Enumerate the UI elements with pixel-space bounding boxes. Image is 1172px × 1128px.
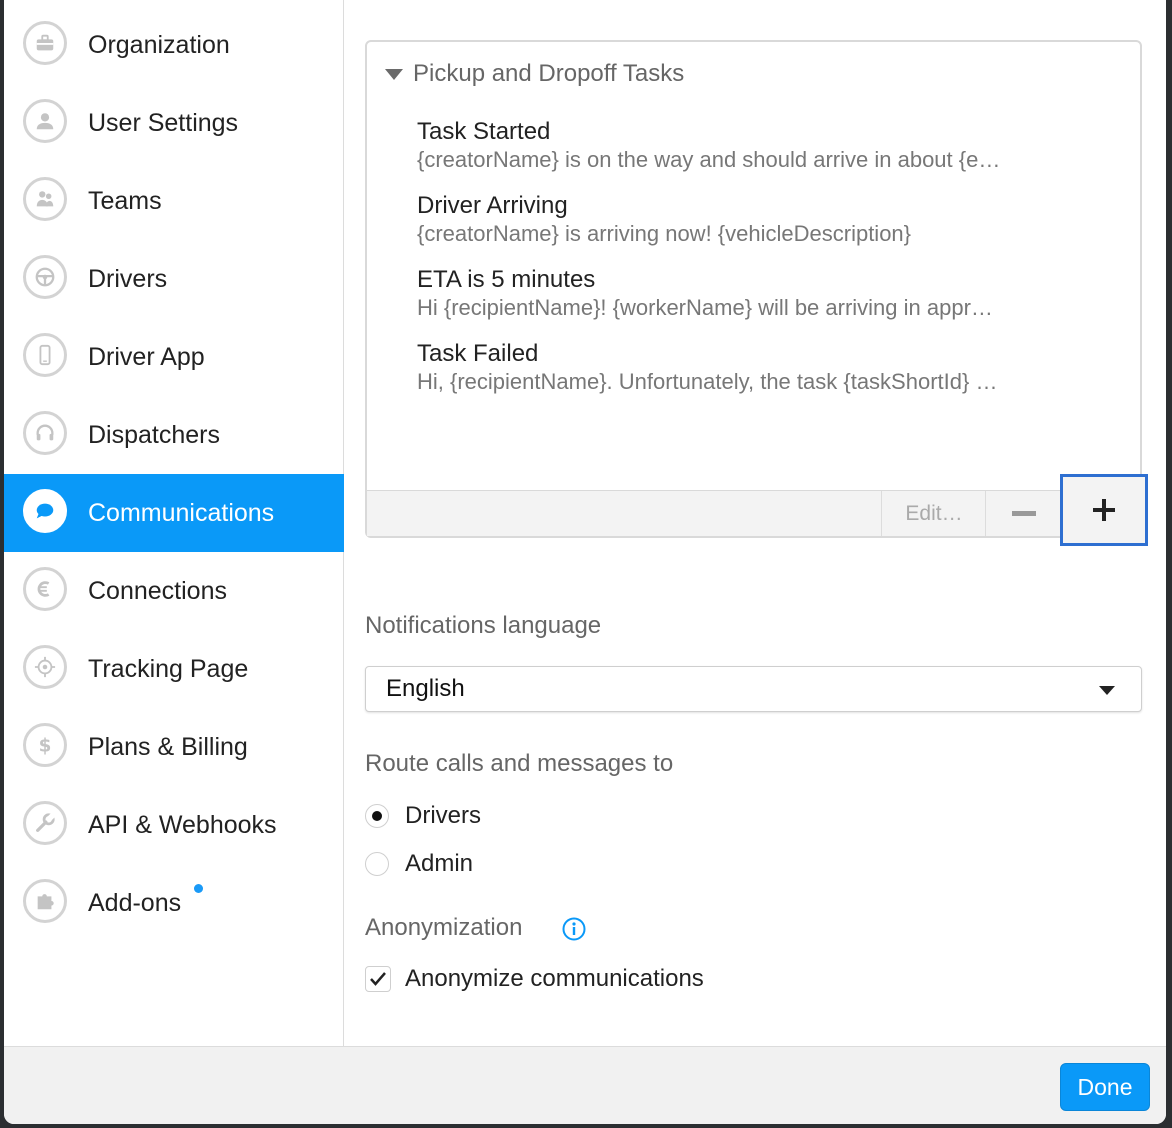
sidebar-item-drivers[interactable]: Drivers: [4, 240, 344, 318]
task-title: Task Failed: [417, 340, 539, 367]
sidebar-item-label: Plans & Billing: [88, 733, 248, 761]
tasks-list-panel: Pickup and Dropoff Tasks Task Started {c…: [365, 40, 1142, 538]
done-button[interactable]: Done: [1060, 1063, 1150, 1111]
sidebar-item-dispatchers[interactable]: Dispatchers: [4, 396, 344, 474]
list-item[interactable]: Task Failed Hi, {recipientName}. Unfortu…: [417, 340, 1097, 396]
sidebar-item-teams[interactable]: Teams: [4, 162, 344, 240]
chat-bubble-icon: [23, 489, 67, 533]
notifications-language-select[interactable]: English: [365, 666, 1142, 712]
sidebar-item-connections[interactable]: Connections: [4, 552, 344, 630]
task-title: Task Started: [417, 118, 551, 145]
disclosure-triangle-icon[interactable]: [385, 68, 403, 80]
settings-modal: Organization User Settings Teams Drivers: [4, 0, 1166, 1124]
modal-footer: Done: [4, 1046, 1166, 1124]
anonymize-checkbox[interactable]: [365, 966, 391, 992]
notifications-language-label: Notifications language: [365, 612, 602, 639]
sidebar-item-label: Driver App: [88, 343, 205, 371]
sidebar-item-label: Organization: [88, 31, 230, 59]
plus-icon: [1093, 499, 1115, 521]
new-badge-dot: [194, 884, 203, 893]
minus-icon: [1012, 511, 1036, 516]
connections-icon: [23, 567, 67, 611]
svg-text:$: $: [39, 735, 52, 756]
team-icon: [23, 177, 67, 221]
sidebar-item-plans-billing[interactable]: $ Plans & Billing: [4, 708, 344, 786]
list-item[interactable]: Driver Arriving {creatorName} is arrivin…: [417, 192, 1097, 248]
sidebar-item-user-settings[interactable]: User Settings: [4, 84, 344, 162]
briefcase-icon: [23, 21, 67, 65]
checkbox-label: Anonymize communications: [405, 965, 704, 992]
user-icon: [23, 99, 67, 143]
task-description: Hi {recipientName}! {workerName} will be…: [417, 295, 993, 320]
task-description: Hi, {recipientName}. Unfortunately, the …: [417, 369, 998, 394]
sidebar-item-label: API & Webhooks: [88, 811, 277, 839]
route-option-admin[interactable]: Admin: [365, 850, 473, 878]
sidebar-item-label: Connections: [88, 577, 227, 605]
sidebar-item-api-webhooks[interactable]: API & Webhooks: [4, 786, 344, 864]
tasks-group-header[interactable]: Pickup and Dropoff Tasks: [385, 60, 684, 88]
task-description: {creatorName} is arriving now! {vehicleD…: [417, 221, 912, 246]
anonymization-label: Anonymization: [365, 914, 523, 941]
add-button[interactable]: [1060, 474, 1148, 546]
task-title: Driver Arriving: [417, 192, 568, 219]
wrench-icon: [23, 801, 67, 845]
sidebar-item-label: Dispatchers: [88, 421, 220, 449]
radio-selected-dot: [372, 811, 382, 821]
radio-label: Admin: [405, 850, 474, 877]
headset-icon: [23, 411, 67, 455]
radio-label: Drivers: [405, 802, 481, 829]
chevron-down-icon: [1099, 686, 1115, 695]
crosshair-icon: [23, 645, 67, 689]
sidebar-item-label: Communications: [88, 499, 275, 527]
sidebar-item-label: Teams: [88, 187, 162, 215]
remove-button[interactable]: [985, 491, 1062, 536]
task-title: ETA is 5 minutes: [417, 266, 596, 293]
task-description: {creatorName} is on the way and should a…: [417, 147, 1001, 172]
sidebar-item-label: User Settings: [88, 109, 239, 137]
sidebar-item-label: Drivers: [88, 265, 168, 293]
radio-button[interactable]: [365, 804, 389, 828]
info-icon[interactable]: [562, 917, 586, 941]
route-option-drivers[interactable]: Drivers: [365, 802, 481, 830]
sidebar-item-driver-app[interactable]: Driver App: [4, 318, 344, 396]
checkmark-icon: [370, 972, 386, 986]
sidebar-item-label: Add-ons: [88, 889, 182, 917]
steering-wheel-icon: [23, 255, 67, 299]
list-item[interactable]: ETA is 5 minutes Hi {recipientName}! {wo…: [417, 266, 1097, 322]
sidebar-item-communications[interactable]: Communications: [4, 474, 344, 552]
list-item[interactable]: Task Started {creatorName} is on the way…: [417, 118, 1097, 174]
dollar-icon: $: [23, 723, 67, 767]
tasks-group-title: Pickup and Dropoff Tasks: [413, 60, 685, 87]
puzzle-icon: [23, 879, 67, 923]
anonymize-option[interactable]: Anonymize communications: [365, 965, 704, 993]
radio-button[interactable]: [365, 852, 389, 876]
settings-sidebar: Organization User Settings Teams Drivers: [4, 0, 344, 1046]
phone-icon: [23, 333, 67, 377]
sidebar-item-add-ons[interactable]: Add-ons: [4, 864, 344, 942]
sidebar-item-organization[interactable]: Organization: [4, 6, 344, 84]
sidebar-item-tracking-page[interactable]: Tracking Page: [4, 630, 344, 708]
route-calls-label: Route calls and messages to: [365, 750, 674, 777]
select-value: English: [386, 675, 465, 702]
tasks-toolbar: Edit…: [367, 490, 1140, 536]
edit-button[interactable]: Edit…: [881, 491, 986, 536]
sidebar-item-label: Tracking Page: [88, 655, 249, 683]
